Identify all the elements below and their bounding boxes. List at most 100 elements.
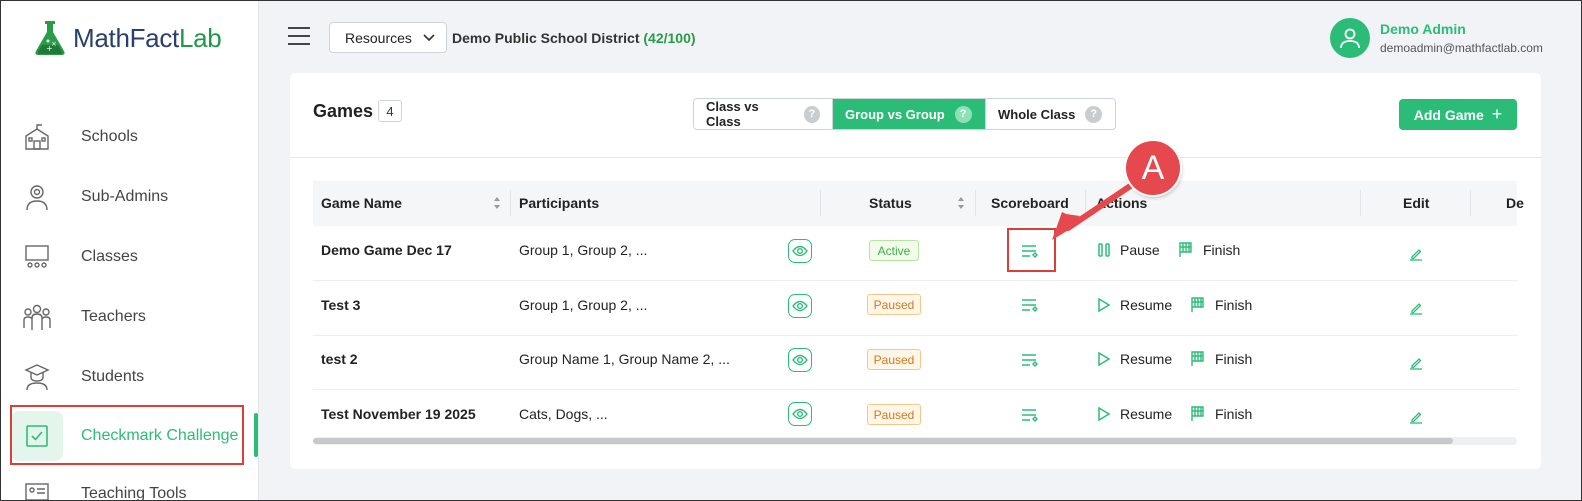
sidebar-item-label: Sub-Admins bbox=[81, 188, 169, 205]
status-badge: Active bbox=[869, 240, 919, 261]
column-header-edit: Edit bbox=[1403, 195, 1430, 211]
play-icon bbox=[1098, 352, 1111, 366]
sidebar-item-label: Classes bbox=[81, 248, 138, 265]
tab-label: Class vs Class bbox=[706, 99, 759, 129]
help-icon[interactable]: ? bbox=[1085, 105, 1103, 123]
svg-text:×: × bbox=[51, 40, 57, 48]
column-header-game-name[interactable]: Game Name bbox=[321, 195, 402, 211]
add-game-button[interactable]: Add Game + bbox=[1399, 99, 1517, 130]
edit-pencil-icon[interactable] bbox=[1409, 356, 1423, 370]
resources-dropdown[interactable]: Resources bbox=[329, 22, 447, 53]
tab-group-vs-group[interactable]: Group vs Group ? bbox=[832, 99, 985, 129]
status-badge: Paused bbox=[867, 404, 921, 425]
game-name: test 2 bbox=[321, 351, 358, 367]
edit-pencil-icon[interactable] bbox=[1409, 301, 1423, 315]
action-label: Finish bbox=[1215, 351, 1253, 367]
column-header-participants: Participants bbox=[519, 195, 600, 211]
row-divider bbox=[313, 280, 1517, 281]
card-header-divider bbox=[290, 157, 1541, 158]
student-icon bbox=[11, 352, 63, 402]
sort-icon[interactable] bbox=[957, 196, 965, 210]
district-info: Demo Public School District (42/100) bbox=[452, 30, 696, 46]
play-icon bbox=[1098, 407, 1111, 421]
plus-icon: + bbox=[1491, 104, 1503, 124]
logo[interactable]: + × MathFactLab bbox=[33, 19, 222, 57]
column-divider bbox=[820, 190, 821, 216]
sidebar-item-sub-admins[interactable]: Sub-Admins bbox=[11, 169, 257, 225]
column-header-delete: De bbox=[1506, 195, 1524, 211]
game-type-tabs: Class vs Class ? Group vs Group ? Whole … bbox=[693, 98, 1116, 130]
view-participants-eye-icon[interactable] bbox=[788, 294, 812, 318]
avatar[interactable] bbox=[1330, 18, 1370, 58]
flag-icon bbox=[1191, 406, 1204, 421]
column-divider bbox=[1360, 190, 1361, 216]
flag-icon bbox=[1191, 297, 1204, 312]
participants: Group 1, Group 2, ... bbox=[519, 297, 648, 313]
status-badge: Paused bbox=[867, 294, 921, 315]
action-label: Resume bbox=[1120, 297, 1173, 313]
sidebar-item-schools[interactable]: Schools bbox=[11, 109, 257, 165]
sidebar-item-classes[interactable]: Classes bbox=[11, 229, 257, 285]
help-icon[interactable]: ? bbox=[803, 105, 820, 123]
sidebar-item-students[interactable]: Students bbox=[11, 349, 257, 405]
view-participants-eye-icon[interactable] bbox=[788, 348, 812, 372]
action-label: Resume bbox=[1120, 406, 1173, 422]
finish-button[interactable]: Finish bbox=[1178, 242, 1240, 258]
game-name: Demo Game Dec 17 bbox=[321, 242, 452, 258]
games-count-badge: 4 bbox=[378, 100, 402, 122]
status-badge: Paused bbox=[867, 349, 921, 370]
action-label: Finish bbox=[1203, 242, 1241, 258]
row-divider bbox=[313, 335, 1517, 336]
sort-icon[interactable] bbox=[493, 196, 501, 210]
tab-label: Group vs Group bbox=[845, 106, 945, 122]
sidebar-item-teaching-tools[interactable]: Teaching Tools bbox=[11, 466, 257, 500]
view-participants-eye-icon[interactable] bbox=[788, 402, 812, 426]
finish-button[interactable]: Finish bbox=[1190, 351, 1252, 367]
horizontal-scrollbar-thumb[interactable] bbox=[313, 438, 1453, 444]
sidebar-item-teachers[interactable]: Teachers bbox=[11, 289, 257, 345]
sidebar-item-label: Schools bbox=[81, 128, 138, 145]
finish-button[interactable]: Finish bbox=[1190, 406, 1252, 422]
tab-whole-class[interactable]: Whole Class ? bbox=[985, 99, 1115, 129]
district-name: Demo Public School District bbox=[452, 30, 640, 46]
district-count: (42/100) bbox=[643, 30, 696, 46]
edit-pencil-icon[interactable] bbox=[1409, 247, 1423, 261]
user-name[interactable]: Demo Admin bbox=[1380, 21, 1466, 37]
action-label: Finish bbox=[1215, 406, 1253, 422]
brand-name: MathFactLab bbox=[73, 22, 222, 53]
sub-admin-icon bbox=[11, 172, 63, 222]
scoreboard-icon[interactable] bbox=[1020, 407, 1040, 425]
column-divider bbox=[975, 190, 976, 216]
user-email: demoadmin@mathfactlab.com bbox=[1380, 41, 1543, 55]
resources-label: Resources bbox=[345, 29, 412, 46]
tab-class-vs-class[interactable]: Class vs Class ? bbox=[694, 99, 832, 129]
help-icon[interactable]: ? bbox=[954, 105, 972, 123]
column-divider bbox=[510, 190, 511, 216]
add-game-label: Add Game bbox=[1413, 106, 1484, 123]
chevron-down-icon bbox=[423, 33, 435, 41]
active-nav-indicator bbox=[254, 413, 258, 457]
sidebar-item-label: Teachers bbox=[81, 308, 146, 325]
resume-button[interactable]: Resume bbox=[1097, 351, 1172, 367]
resume-button[interactable]: Resume bbox=[1097, 297, 1172, 313]
menu-toggle-icon[interactable] bbox=[288, 27, 310, 47]
edit-pencil-icon[interactable] bbox=[1409, 410, 1423, 424]
annotation-callout: A bbox=[1126, 141, 1180, 195]
participants: Cats, Dogs, ... bbox=[519, 406, 608, 422]
game-name: Test 3 bbox=[321, 297, 361, 313]
scoreboard-icon[interactable] bbox=[1020, 297, 1040, 315]
action-label: Resume bbox=[1120, 351, 1173, 367]
flag-icon bbox=[1179, 242, 1192, 257]
participants: Group 1, Group 2, ... bbox=[519, 242, 648, 258]
teaching-tools-icon bbox=[11, 469, 63, 500]
user-icon bbox=[1340, 28, 1360, 49]
finish-button[interactable]: Finish bbox=[1190, 297, 1252, 313]
teachers-icon bbox=[11, 292, 63, 342]
column-header-status[interactable]: Status bbox=[869, 195, 912, 211]
resume-button[interactable]: Resume bbox=[1097, 406, 1172, 422]
sidebar-item-label: Students bbox=[81, 368, 145, 385]
view-participants-eye-icon[interactable] bbox=[788, 239, 812, 263]
play-icon bbox=[1098, 298, 1111, 312]
tab-label: Whole Class bbox=[998, 106, 1076, 122]
scoreboard-icon[interactable] bbox=[1020, 352, 1040, 370]
